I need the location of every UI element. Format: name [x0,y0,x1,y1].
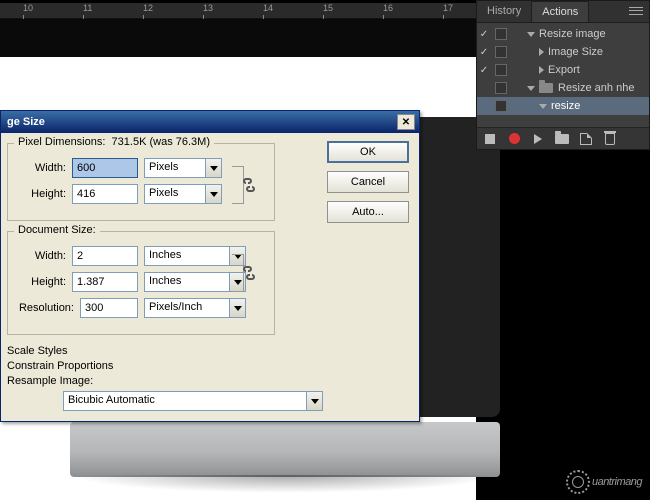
watermark-logo-icon [566,470,590,494]
ok-button[interactable]: OK [327,141,409,163]
toggle-dialog-icon[interactable] [495,64,507,76]
resolution-unit-select[interactable]: Pixels/Inch [144,298,230,318]
panel-menu-icon[interactable] [627,4,645,18]
check-icon[interactable] [477,65,491,76]
px-height-label: Height: [16,188,72,200]
scale-styles-checkbox[interactable]: Scale Styles [7,345,411,357]
constrain-link-icon[interactable] [242,265,256,281]
px-height-input[interactable] [72,184,138,204]
action-step-row[interactable]: Image Size [477,43,649,61]
constrain-link-icon[interactable] [242,177,256,193]
disclosure-right-icon[interactable] [539,48,544,56]
action-set-row[interactable]: Resize anh nhe [477,79,649,97]
actions-panel: History Actions Resize image Image Size … [476,0,650,150]
new-action-icon[interactable] [579,132,593,146]
cancel-button[interactable]: Cancel [327,171,409,193]
watermark: uantrimang [566,470,642,494]
dialog-titlebar[interactable]: ge Size ✕ [1,111,419,133]
close-icon[interactable]: ✕ [397,114,415,130]
stop-icon[interactable] [483,132,497,146]
action-step-row[interactable]: Export [477,61,649,79]
dialog-title: ge Size [5,116,45,128]
tab-actions[interactable]: Actions [531,1,589,22]
doc-width-input[interactable] [72,246,138,266]
resolution-input[interactable] [80,298,138,318]
new-set-folder-icon[interactable] [555,132,569,146]
chevron-down-icon[interactable] [230,298,246,318]
px-width-label: Width: [16,162,72,174]
horizontal-ruler: 10 11 12 13 14 15 16 17 [0,3,476,19]
px-height-unit-select[interactable]: Pixels [144,184,206,204]
action-row[interactable]: resize [477,97,649,115]
resample-method-select[interactable]: Bicubic Automatic [63,391,307,411]
toggle-dialog-icon[interactable] [495,82,507,94]
image-size-dialog: ge Size ✕ OK Cancel Auto... Pixel Dimens… [0,110,420,422]
pixel-dimensions-group: Pixel Dimensions: 731.5K (was 76.3M) Wid… [7,143,275,221]
doc-width-unit-select[interactable]: Inches [144,246,230,266]
document-size-label: Document Size: [14,224,100,236]
pixel-dimensions-label: Pixel Dimensions: [18,136,105,148]
doc-width-label: Width: [16,250,72,262]
resolution-label: Resolution: [16,302,80,314]
disclosure-down-icon[interactable] [527,86,535,91]
laptop-base-image [70,422,500,477]
chevron-down-icon[interactable] [206,184,222,204]
laptop-shadow [70,475,500,493]
resample-image-checkbox[interactable]: Resample Image: [7,375,411,387]
toggle-dialog-icon[interactable] [495,28,507,40]
tab-history[interactable]: History [477,1,531,22]
doc-height-input[interactable] [72,272,138,292]
auto-button[interactable]: Auto... [327,201,409,223]
check-icon[interactable] [477,29,491,40]
check-icon[interactable] [477,47,491,58]
px-width-unit-select[interactable]: Pixels [144,158,206,178]
action-set-row[interactable]: Resize image [477,25,649,43]
toggle-dialog-icon[interactable] [495,46,507,58]
disclosure-down-icon[interactable] [527,32,535,37]
document-size-group: Document Size: Width: Inches Height: Inc… [7,231,275,335]
doc-height-label: Height: [16,276,72,288]
constrain-proportions-checkbox[interactable]: Constrain Proportions [7,360,411,372]
doc-height-unit-select[interactable]: Inches [144,272,230,292]
disclosure-down-icon[interactable] [539,104,547,109]
pixel-dimensions-value: 731.5K (was 76.3M) [112,136,210,148]
chevron-down-icon[interactable] [206,158,222,178]
record-icon[interactable] [507,132,521,146]
folder-icon [539,83,553,93]
px-width-input[interactable] [72,158,138,178]
disclosure-right-icon[interactable] [539,66,544,74]
chevron-down-icon[interactable] [307,391,323,411]
trash-icon[interactable] [603,132,617,146]
play-icon[interactable] [531,132,545,146]
toggle-dialog-icon[interactable] [495,100,507,112]
actions-tree: Resize image Image Size Export Resize an… [477,23,649,115]
